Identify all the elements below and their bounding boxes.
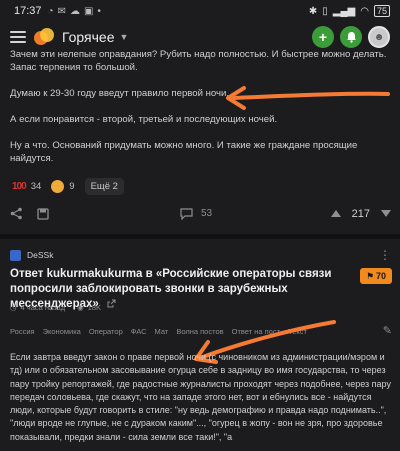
post-time-text: 4 часа назад: [20, 303, 66, 312]
clock-icon: ◷: [10, 303, 17, 312]
downvote-button[interactable]: [380, 209, 392, 218]
feed-title: Горячее: [62, 29, 115, 45]
author-link[interactable]: DeSSk: [10, 249, 54, 261]
chevron-down-icon: ▼: [119, 32, 129, 42]
notifications-button[interactable]: [340, 26, 362, 48]
external-link-icon[interactable]: [107, 299, 116, 308]
floppy-icon: [37, 207, 49, 220]
post-2-header: DeSSk ⋮: [10, 248, 392, 262]
create-post-button[interactable]: +: [312, 26, 334, 48]
comments-count: 53: [201, 208, 213, 219]
share-button[interactable]: [10, 207, 23, 220]
flag-icon: ⚑: [365, 270, 375, 281]
tag[interactable]: Россия: [10, 327, 35, 336]
mail-icon: ✉: [57, 5, 66, 17]
save-button[interactable]: [37, 207, 49, 220]
post-1-paragraph: А если понравится - второй, третьей и по…: [10, 114, 278, 125]
more-options-icon[interactable]: ⋮: [379, 248, 392, 262]
post-divider: [0, 234, 400, 239]
post-1-body: Зачем эти нелепые оправдания? Рубить над…: [10, 48, 392, 165]
post-2-body: Если завтра введут закон о праве первой …: [10, 352, 391, 442]
wifi-icon: ◠: [360, 5, 369, 17]
app-icon: ◔: [47, 5, 54, 17]
post-1-paragraph: Зачем эти нелепые оправдания? Рубить над…: [10, 49, 387, 73]
upvote-button[interactable]: [330, 209, 342, 218]
notification-icons: ◔ ✉ ☁ ▣ •: [48, 6, 101, 17]
reaction-count: 9: [69, 181, 75, 192]
tag[interactable]: Экономика: [43, 327, 81, 336]
feed-selector[interactable]: Горячее ▼: [62, 29, 128, 45]
tags-row: Россия Экономика Оператор ФАС Мат Волна …: [10, 324, 392, 337]
author-name: DeSSk: [27, 250, 54, 260]
post-1-paragraph: Ну а что. Оснований придумать можно мног…: [10, 140, 358, 164]
status-bar: 17:37 ◔ ✉ ☁ ▣ • ✱ ▯ ▂▄▆ ◠ 75: [0, 0, 400, 22]
reaction-hundred[interactable]: 100 34: [12, 181, 41, 192]
plus-icon: +: [318, 29, 328, 45]
tag[interactable]: Волна постов: [176, 327, 223, 336]
post-time: ◷ 4 часа назад: [10, 303, 65, 312]
post-views: ◉ 18K: [77, 303, 101, 312]
menu-icon[interactable]: [10, 31, 26, 43]
gallery-icon: ▣: [83, 5, 94, 17]
post-2-meta: ◷ 4 часа назад ◉ 18K: [10, 303, 101, 312]
vibrate-icon: ▯: [322, 5, 328, 17]
battery-indicator: 75: [373, 5, 390, 17]
clock: 17:37: [14, 5, 42, 17]
post-1-paragraph: Думаю к 29-30 году введут правило первой…: [10, 88, 230, 99]
tag[interactable]: Мат: [155, 327, 169, 336]
vote-count: 217: [351, 207, 370, 220]
tag[interactable]: Ответ на пост: [232, 327, 280, 336]
more-icon: •: [97, 5, 101, 17]
app-logo[interactable]: [34, 28, 54, 46]
reaction-face[interactable]: 9: [51, 180, 75, 193]
hundred-icon: 100: [12, 181, 27, 192]
more-reactions-button[interactable]: Ещё 2: [84, 178, 124, 195]
cloud-icon: ☁: [69, 5, 80, 17]
arrow-up-icon: [330, 210, 341, 217]
views-count: 18K: [87, 303, 102, 312]
tag[interactable]: Текст: [288, 327, 307, 336]
tag[interactable]: ФАС: [131, 327, 147, 336]
user-avatar[interactable]: ☻: [368, 26, 390, 48]
reaction-count: 34: [30, 181, 42, 192]
post-1-actions: 53 217: [10, 207, 392, 220]
rating-value: 70: [376, 271, 387, 281]
comments-button[interactable]: 53: [180, 207, 213, 220]
arrow-down-icon: [381, 210, 391, 217]
signal-icon: ▂▄▆: [332, 5, 356, 17]
author-avatar: [10, 249, 21, 261]
eye-icon: ◉: [77, 303, 84, 312]
share-icon: [10, 207, 22, 220]
comment-icon: [180, 207, 193, 220]
bluetooth-icon: ✱: [308, 5, 318, 17]
face-icon: [51, 180, 65, 193]
rating-badge: ⚑ 70: [360, 268, 392, 284]
edit-tags-icon[interactable]: ✎: [383, 324, 392, 337]
bell-icon: [346, 32, 356, 43]
tag[interactable]: Оператор: [89, 327, 123, 336]
reactions-bar: 100 34 9 Ещё 2: [12, 178, 124, 195]
